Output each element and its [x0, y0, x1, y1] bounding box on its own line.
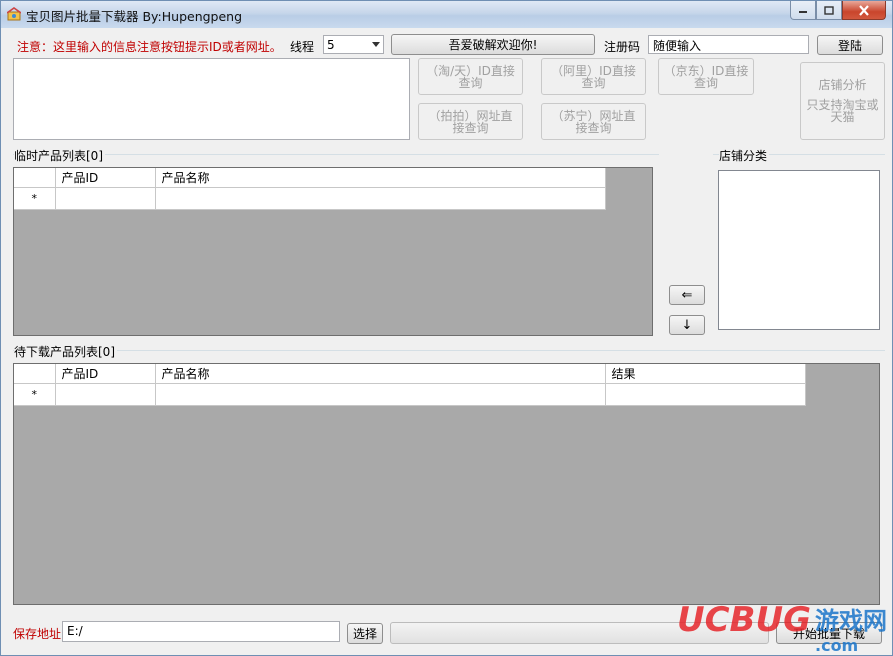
grid-header-row: 产品ID 产品名称 结果 [14, 364, 806, 384]
product-name-cell[interactable] [155, 383, 606, 406]
banner-button[interactable]: 吾爱破解欢迎你! [391, 34, 595, 55]
temp-list-title: 临时产品列表[0] [14, 147, 105, 164]
reg-code-input[interactable]: 随便输入 [648, 35, 809, 54]
move-left-button[interactable]: ⇐ [669, 285, 705, 305]
app-window: 宝贝图片批量下载器 By:Hupengpeng 注意：这里输入的信息注意按钮提示… [0, 0, 893, 656]
row-header-corner [14, 364, 56, 384]
save-path-label: 保存地址 [13, 627, 62, 641]
temp-list-group-border [13, 154, 659, 155]
shop-analysis-button[interactable]: 店铺分析 只支持淘宝或 天猫 [800, 62, 885, 140]
shop-category-list[interactable] [718, 170, 880, 330]
new-row-marker: * [14, 383, 56, 406]
jd-id-query-button[interactable]: （京东）ID直接 查询 [658, 58, 754, 95]
shop-category-title: 店铺分类 [719, 147, 770, 164]
close-icon [859, 4, 869, 16]
column-header-product-name[interactable]: 产品名称 [155, 364, 606, 384]
move-down-button[interactable]: ↓ [669, 315, 705, 335]
new-row-marker: * [14, 187, 56, 210]
choose-folder-button[interactable]: 选择 [347, 623, 383, 644]
save-path-input[interactable]: E:/ [62, 621, 340, 642]
minimize-button[interactable] [790, 1, 816, 20]
threads-select-value: 5 [327, 37, 335, 52]
reg-code-label: 注册码 [604, 40, 641, 54]
login-button[interactable]: 登陆 [817, 35, 883, 55]
maximize-icon [824, 5, 834, 15]
ali-id-query-button[interactable]: （阿里）ID直接 查询 [541, 58, 646, 95]
download-product-grid[interactable]: 产品ID 产品名称 结果 * [13, 363, 880, 605]
app-icon [7, 7, 21, 21]
title-bar[interactable]: 宝贝图片批量下载器 By:Hupengpeng [1, 1, 892, 28]
close-button[interactable] [842, 1, 886, 20]
column-header-product-name[interactable]: 产品名称 [155, 168, 606, 188]
watermark-suffix: 游戏网 [815, 607, 887, 635]
ucbug-watermark: UCBUG 游戏网 .com [675, 597, 890, 655]
chevron-down-icon [372, 42, 380, 47]
row-header-corner [14, 168, 56, 188]
product-id-cell[interactable] [55, 383, 156, 406]
column-header-result[interactable]: 结果 [605, 364, 806, 384]
table-row[interactable]: * [14, 187, 606, 210]
maximize-button[interactable] [816, 1, 842, 20]
product-id-cell[interactable] [55, 187, 156, 210]
notice-text: 注意：这里输入的信息注意按钮提示ID或者网址。 [17, 40, 282, 54]
threads-select[interactable]: 5 [323, 35, 384, 54]
watermark-brand: UCBUG [677, 600, 811, 640]
threads-label: 线程 [290, 40, 315, 54]
suning-url-query-button[interactable]: （苏宁）网址直 接查询 [541, 103, 646, 140]
minimize-icon [799, 11, 807, 13]
result-cell[interactable] [605, 383, 806, 406]
temp-product-grid[interactable]: 产品ID 产品名称 * [13, 167, 653, 336]
column-header-product-id[interactable]: 产品ID [55, 168, 156, 188]
paipai-url-query-button[interactable]: （拍拍）网址直 接查询 [418, 103, 523, 140]
window-title: 宝贝图片批量下载器 By:Hupengpeng [26, 9, 243, 24]
watermark-domain: .com [815, 636, 858, 655]
ucbug-logo-icon: UCBUG 游戏网 .com [677, 600, 887, 655]
product-name-cell[interactable] [155, 187, 606, 210]
download-list-group-border [13, 350, 885, 351]
column-header-product-id[interactable]: 产品ID [55, 364, 156, 384]
download-list-title: 待下载产品列表[0] [14, 343, 117, 360]
taobao-id-query-button[interactable]: （淘/天）ID直接 查询 [418, 58, 523, 95]
grid-header-row: 产品ID 产品名称 [14, 168, 606, 188]
id-input-textarea[interactable] [13, 58, 410, 140]
table-row[interactable]: * [14, 383, 806, 406]
